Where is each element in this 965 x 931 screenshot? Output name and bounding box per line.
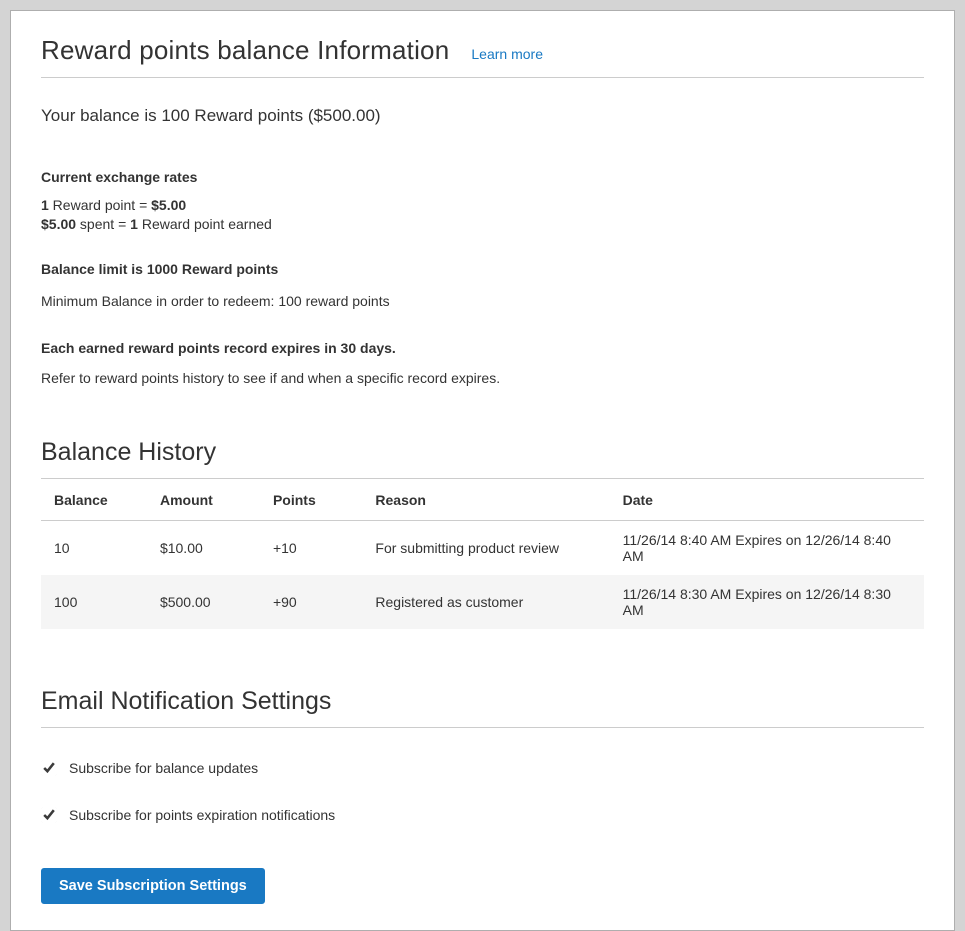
exchange-rate-line-2: $5.00 spent = 1 Reward point earned (41, 215, 924, 234)
cell-balance: 100 (41, 575, 147, 629)
exchange-rates-heading: Current exchange rates (41, 169, 924, 185)
balance-history-table-head: Balance Amount Points Reason Date (41, 479, 924, 521)
column-header-date: Date (610, 479, 924, 521)
email-settings-title: Email Notification Settings (41, 687, 924, 716)
subscribe-balance-updates-label: Subscribe for balance updates (69, 760, 258, 776)
subscribe-expiration-notifications-label: Subscribe for points expiration notifica… (69, 807, 335, 823)
table-row: 100 $500.00 +90 Registered as customer 1… (41, 575, 924, 629)
cell-amount: $10.00 (147, 521, 260, 576)
table-row: 10 $10.00 +10 For submitting product rev… (41, 521, 924, 576)
expiration-heading: Each earned reward points record expires… (41, 340, 924, 356)
page-header: Reward points balance Information Learn … (41, 35, 924, 66)
exchange-rate-line-1: 1 Reward point = $5.00 (41, 196, 924, 215)
column-header-balance: Balance (41, 479, 147, 521)
cell-amount: $500.00 (147, 575, 260, 629)
subscribe-balance-updates-row[interactable]: Subscribe for balance updates (41, 760, 924, 776)
column-header-reason: Reason (362, 479, 609, 521)
header-divider (41, 77, 924, 78)
cell-reason: For submitting product review (362, 521, 609, 576)
subscribe-expiration-notifications-row[interactable]: Subscribe for points expiration notifica… (41, 807, 924, 823)
balance-history-table: Balance Amount Points Reason Date 10 $10… (41, 479, 924, 629)
page-title: Reward points balance Information (41, 35, 449, 66)
column-header-points: Points (260, 479, 362, 521)
cell-points: +10 (260, 521, 362, 576)
balance-history-title: Balance History (41, 438, 924, 467)
learn-more-link[interactable]: Learn more (471, 46, 543, 62)
minimum-balance-text: Minimum Balance in order to redeem: 100 … (41, 293, 924, 309)
exchange-rates-lines: 1 Reward point = $5.00 $5.00 spent = 1 R… (41, 196, 924, 234)
table-header-row: Balance Amount Points Reason Date (41, 479, 924, 521)
cell-date: 11/26/14 8:30 AM Expires on 12/26/14 8:3… (610, 575, 924, 629)
subscribe-expiration-notifications-checkbox[interactable] (41, 807, 57, 823)
balance-summary: Your balance is 100 Reward points ($500.… (41, 106, 924, 126)
email-settings-divider (41, 727, 924, 728)
reward-points-panel: Reward points balance Information Learn … (10, 10, 955, 931)
expiration-note: Refer to reward points history to see if… (41, 370, 924, 386)
balance-limit-text: Balance limit is 1000 Reward points (41, 261, 924, 277)
column-header-amount: Amount (147, 479, 260, 521)
cell-date: 11/26/14 8:40 AM Expires on 12/26/14 8:4… (610, 521, 924, 576)
cell-balance: 10 (41, 521, 147, 576)
save-subscription-settings-button[interactable]: Save Subscription Settings (41, 868, 265, 904)
cell-points: +90 (260, 575, 362, 629)
subscribe-balance-updates-checkbox[interactable] (41, 760, 57, 776)
balance-history-table-body: 10 $10.00 +10 For submitting product rev… (41, 521, 924, 630)
cell-reason: Registered as customer (362, 575, 609, 629)
